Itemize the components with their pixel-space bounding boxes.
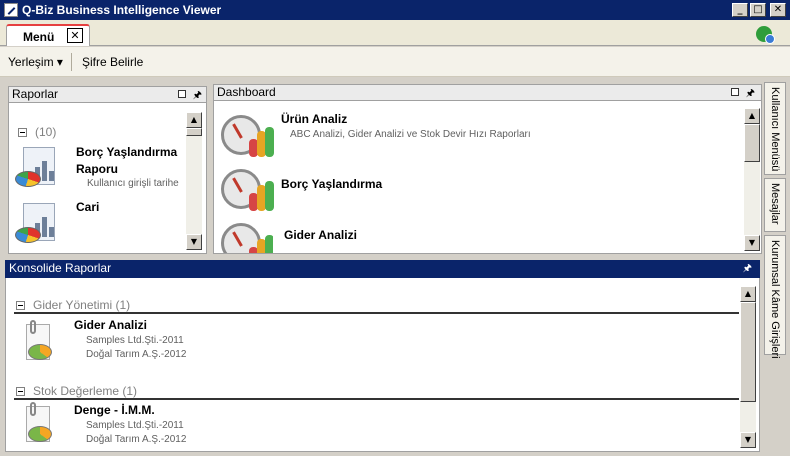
gauge-icon [221, 165, 274, 211]
side-tab-label: Kullanıcı Menüsü [769, 87, 781, 172]
raporlar-panel: Raporlar 🖈 (10) Borç Yaşlandırma Raporu … [8, 86, 207, 254]
gauge-icon [221, 219, 273, 253]
side-tab-corporate[interactable]: Kurumsal Kâme Girişleri [764, 235, 786, 359]
scroll-thumb[interactable] [186, 128, 202, 136]
maximize-panel-icon[interactable] [178, 90, 186, 98]
maximize-panel-icon[interactable] [731, 88, 739, 96]
report-title: Gider Analizi [74, 318, 147, 332]
company-line: Samples Ltd.Şti.-2011 [86, 335, 184, 346]
side-tab-label: Kurumsal Kâme Girişleri [769, 240, 781, 359]
tab-strip: Menü ✕ [0, 20, 790, 46]
dashboard-item-title: Borç Yaşlandırma [281, 177, 383, 191]
tab-close-icon[interactable]: ✕ [67, 28, 83, 43]
dashboard-panel-title: Dashboard [217, 85, 276, 99]
company-line: Doğal Tarım A.Ş.-2012 [86, 434, 187, 445]
group-divider [14, 312, 739, 314]
pin-icon[interactable]: 🖈 [193, 88, 202, 103]
minimize-button[interactable]: _ [732, 3, 748, 17]
title-bar: Q-Biz Business Intelligence Viewer _ □ ✕ [0, 0, 790, 20]
scroll-down-button[interactable]: ▼ [740, 432, 756, 448]
report-title: Borç Yaşlandırma [76, 145, 178, 159]
side-tab-messages[interactable]: Mesajlar [764, 178, 786, 232]
scroll-down-button[interactable]: ▼ [744, 235, 760, 251]
scroll-up-button[interactable]: ▲ [744, 108, 760, 124]
dashboard-item-title: Gider Analizi [284, 228, 357, 242]
dashboard-item-title: Ürün Analiz [281, 112, 348, 126]
dashboard-scrollbar[interactable]: ▲ ▼ [744, 108, 760, 251]
raporlar-group-header[interactable]: (10) [18, 125, 56, 139]
konsolide-scrollbar[interactable]: ▲ ▼ [740, 286, 756, 448]
layout-menu-button[interactable]: Yerleşim ▾ [0, 55, 69, 69]
group-label: Gider Yönetimi (1) [33, 298, 131, 312]
report-chart-icon [15, 147, 61, 193]
report-title: Denge - İ.M.M. [74, 403, 155, 417]
raporlar-scrollbar[interactable]: ▲ ▼ [186, 112, 202, 250]
konsolide-panel: Gider Yönetimi (1) Gider Analizi Samples… [5, 278, 760, 452]
pin-icon[interactable]: 🖈 [746, 86, 755, 101]
report-title: Cari [76, 200, 100, 214]
scroll-up-button[interactable]: ▲ [186, 112, 202, 128]
report-chart-icon [15, 203, 61, 249]
scroll-thumb[interactable] [744, 124, 760, 162]
company-line: Doğal Tarım A.Ş.-2012 [86, 349, 187, 360]
collapse-icon[interactable] [16, 386, 25, 396]
report-document-icon [22, 402, 56, 448]
side-tab-label: Mesajlar [769, 183, 781, 225]
dashboard-item-subtitle: ABC Analizi, Gider Analizi ve Stok Devir… [290, 129, 531, 140]
collapse-icon[interactable] [16, 300, 25, 310]
side-tab-user-menu[interactable]: Kullanıcı Menüsü [764, 82, 786, 175]
app-icon [4, 3, 18, 17]
konsolide-panel-title: Konsolide Raporlar [9, 261, 112, 275]
group-label: Stok Değerleme (1) [33, 384, 138, 398]
scroll-up-button[interactable]: ▲ [740, 286, 756, 302]
user-status-icon[interactable] [756, 26, 775, 44]
dashboard-panel-header: Dashboard 🖈 [214, 85, 761, 101]
tab-menu-label: Menü [23, 30, 55, 44]
raporlar-panel-header: Raporlar 🖈 [9, 87, 206, 103]
report-subtitle: Kullanıcı girişli tarihe [87, 178, 179, 189]
scroll-down-button[interactable]: ▼ [186, 234, 202, 250]
report-title-cont: Raporu [76, 162, 118, 176]
toolbar-separator [70, 52, 72, 71]
raporlar-panel-title: Raporlar [12, 87, 59, 101]
close-window-button[interactable]: ✕ [770, 3, 786, 17]
maximize-button[interactable]: □ [750, 3, 766, 17]
tab-menu[interactable]: Menü ✕ [6, 24, 90, 46]
set-password-button[interactable]: Şifre Belirle [74, 55, 149, 69]
pin-icon[interactable]: 🖈 [743, 260, 752, 277]
group-divider [14, 398, 739, 400]
collapse-icon[interactable] [18, 127, 27, 137]
gauge-icon [221, 111, 274, 157]
report-document-icon [22, 320, 56, 366]
raporlar-group-label: (10) [35, 125, 57, 139]
dashboard-panel: Dashboard 🖈 Ürün Analiz ABC Analizi, Gid… [213, 84, 762, 254]
scroll-thumb[interactable] [740, 302, 756, 402]
konsolide-group-header[interactable]: Gider Yönetimi (1) [16, 298, 130, 312]
toolbar: Yerleşim ▾ Şifre Belirle [0, 47, 790, 77]
window-title: Q-Biz Business Intelligence Viewer [22, 3, 222, 17]
company-line: Samples Ltd.Şti.-2011 [86, 420, 184, 431]
konsolide-group-header[interactable]: Stok Değerleme (1) [16, 384, 137, 398]
konsolide-panel-header: Konsolide Raporlar 🖈 [5, 260, 760, 278]
